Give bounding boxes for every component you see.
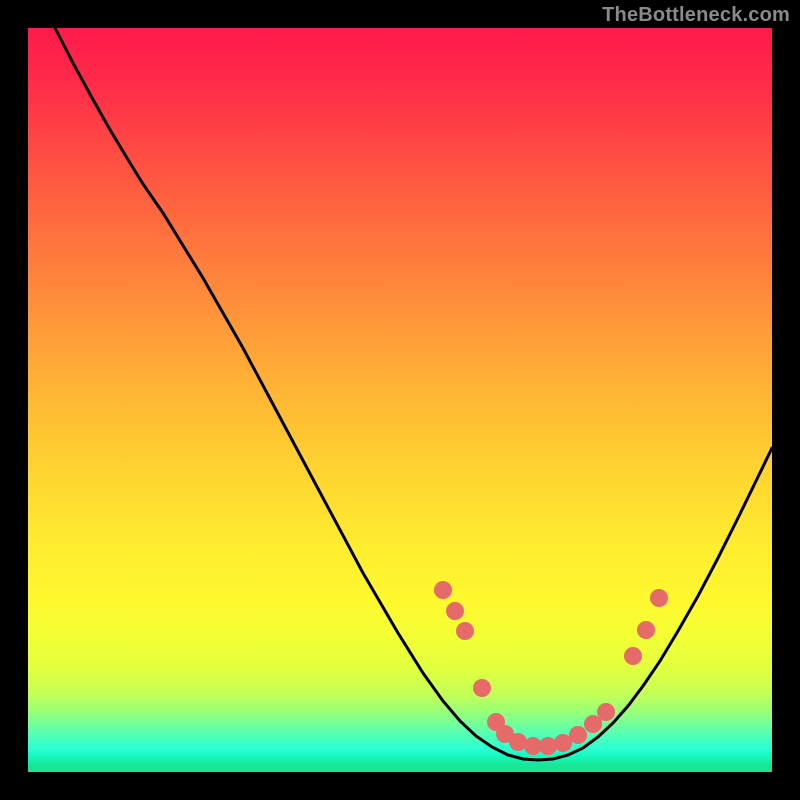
data-marker xyxy=(569,726,587,744)
data-marker xyxy=(473,679,491,697)
data-marker xyxy=(456,622,474,640)
watermark-text: TheBottleneck.com xyxy=(602,4,790,27)
data-marker xyxy=(650,589,668,607)
data-marker xyxy=(624,647,642,665)
data-marker xyxy=(434,581,452,599)
data-marker xyxy=(446,602,464,620)
data-marker xyxy=(539,737,557,755)
data-marker xyxy=(597,703,615,721)
data-marker xyxy=(637,621,655,639)
bottleneck-curve xyxy=(55,28,772,760)
plot-svg xyxy=(28,28,772,772)
